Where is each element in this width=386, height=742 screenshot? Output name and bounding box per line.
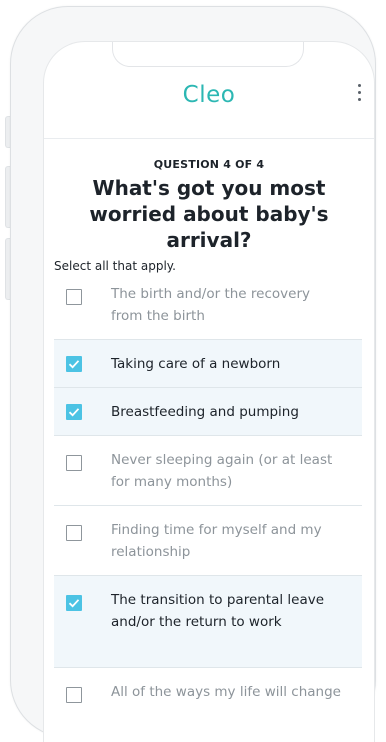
answer-option[interactable]: The transition to parental leave and/or … [54,576,362,668]
answer-option[interactable]: Breastfeeding and pumping [54,388,362,436]
question-header: QUESTION 4 OF 4 What's got you most worr… [44,158,374,273]
checkbox[interactable] [66,687,82,703]
more-options-icon[interactable] [354,84,364,106]
answer-option[interactable]: Finding time for myself and my relations… [54,506,362,576]
cleo-logo: Cleo [182,82,236,108]
answer-option-label: Never sleeping again (or at least for ma… [111,452,333,490]
answer-option-label: Taking care of a newborn [111,356,281,372]
checkbox[interactable] [66,595,82,611]
checkbox[interactable] [66,404,82,420]
answer-option[interactable]: All of the ways my life will change [54,668,362,738]
checkbox[interactable] [66,455,82,471]
phone-screen: Cleo QUESTION 4 OF 4 What's got you most… [43,41,375,742]
answer-option[interactable]: Never sleeping again (or at least for ma… [54,436,362,506]
app-header: Cleo [44,68,374,139]
phone-notch [112,42,304,67]
phone-frame: Cleo QUESTION 4 OF 4 What's got you most… [10,6,376,742]
question-counter: QUESTION 4 OF 4 [153,158,265,171]
answer-option-label: Finding time for myself and my relations… [111,522,322,560]
checkbox[interactable] [66,525,82,541]
check-icon [68,599,80,608]
answer-option[interactable]: Taking care of a newborn [54,340,362,388]
answer-option[interactable]: The birth and/or the recovery from the b… [54,270,362,340]
check-icon [68,408,80,417]
check-icon [68,360,80,369]
answer-option-label: The birth and/or the recovery from the b… [111,286,310,324]
answer-option-label: All of the ways my life will change [111,684,341,700]
question-title: What's got you most worried about baby's… [89,176,329,252]
answer-options: The birth and/or the recovery from the b… [54,270,362,738]
answer-option-label: The transition to parental leave and/or … [111,592,325,630]
checkbox[interactable] [66,356,82,372]
answer-option-label: Breastfeeding and pumping [111,404,299,420]
checkbox[interactable] [66,289,82,305]
